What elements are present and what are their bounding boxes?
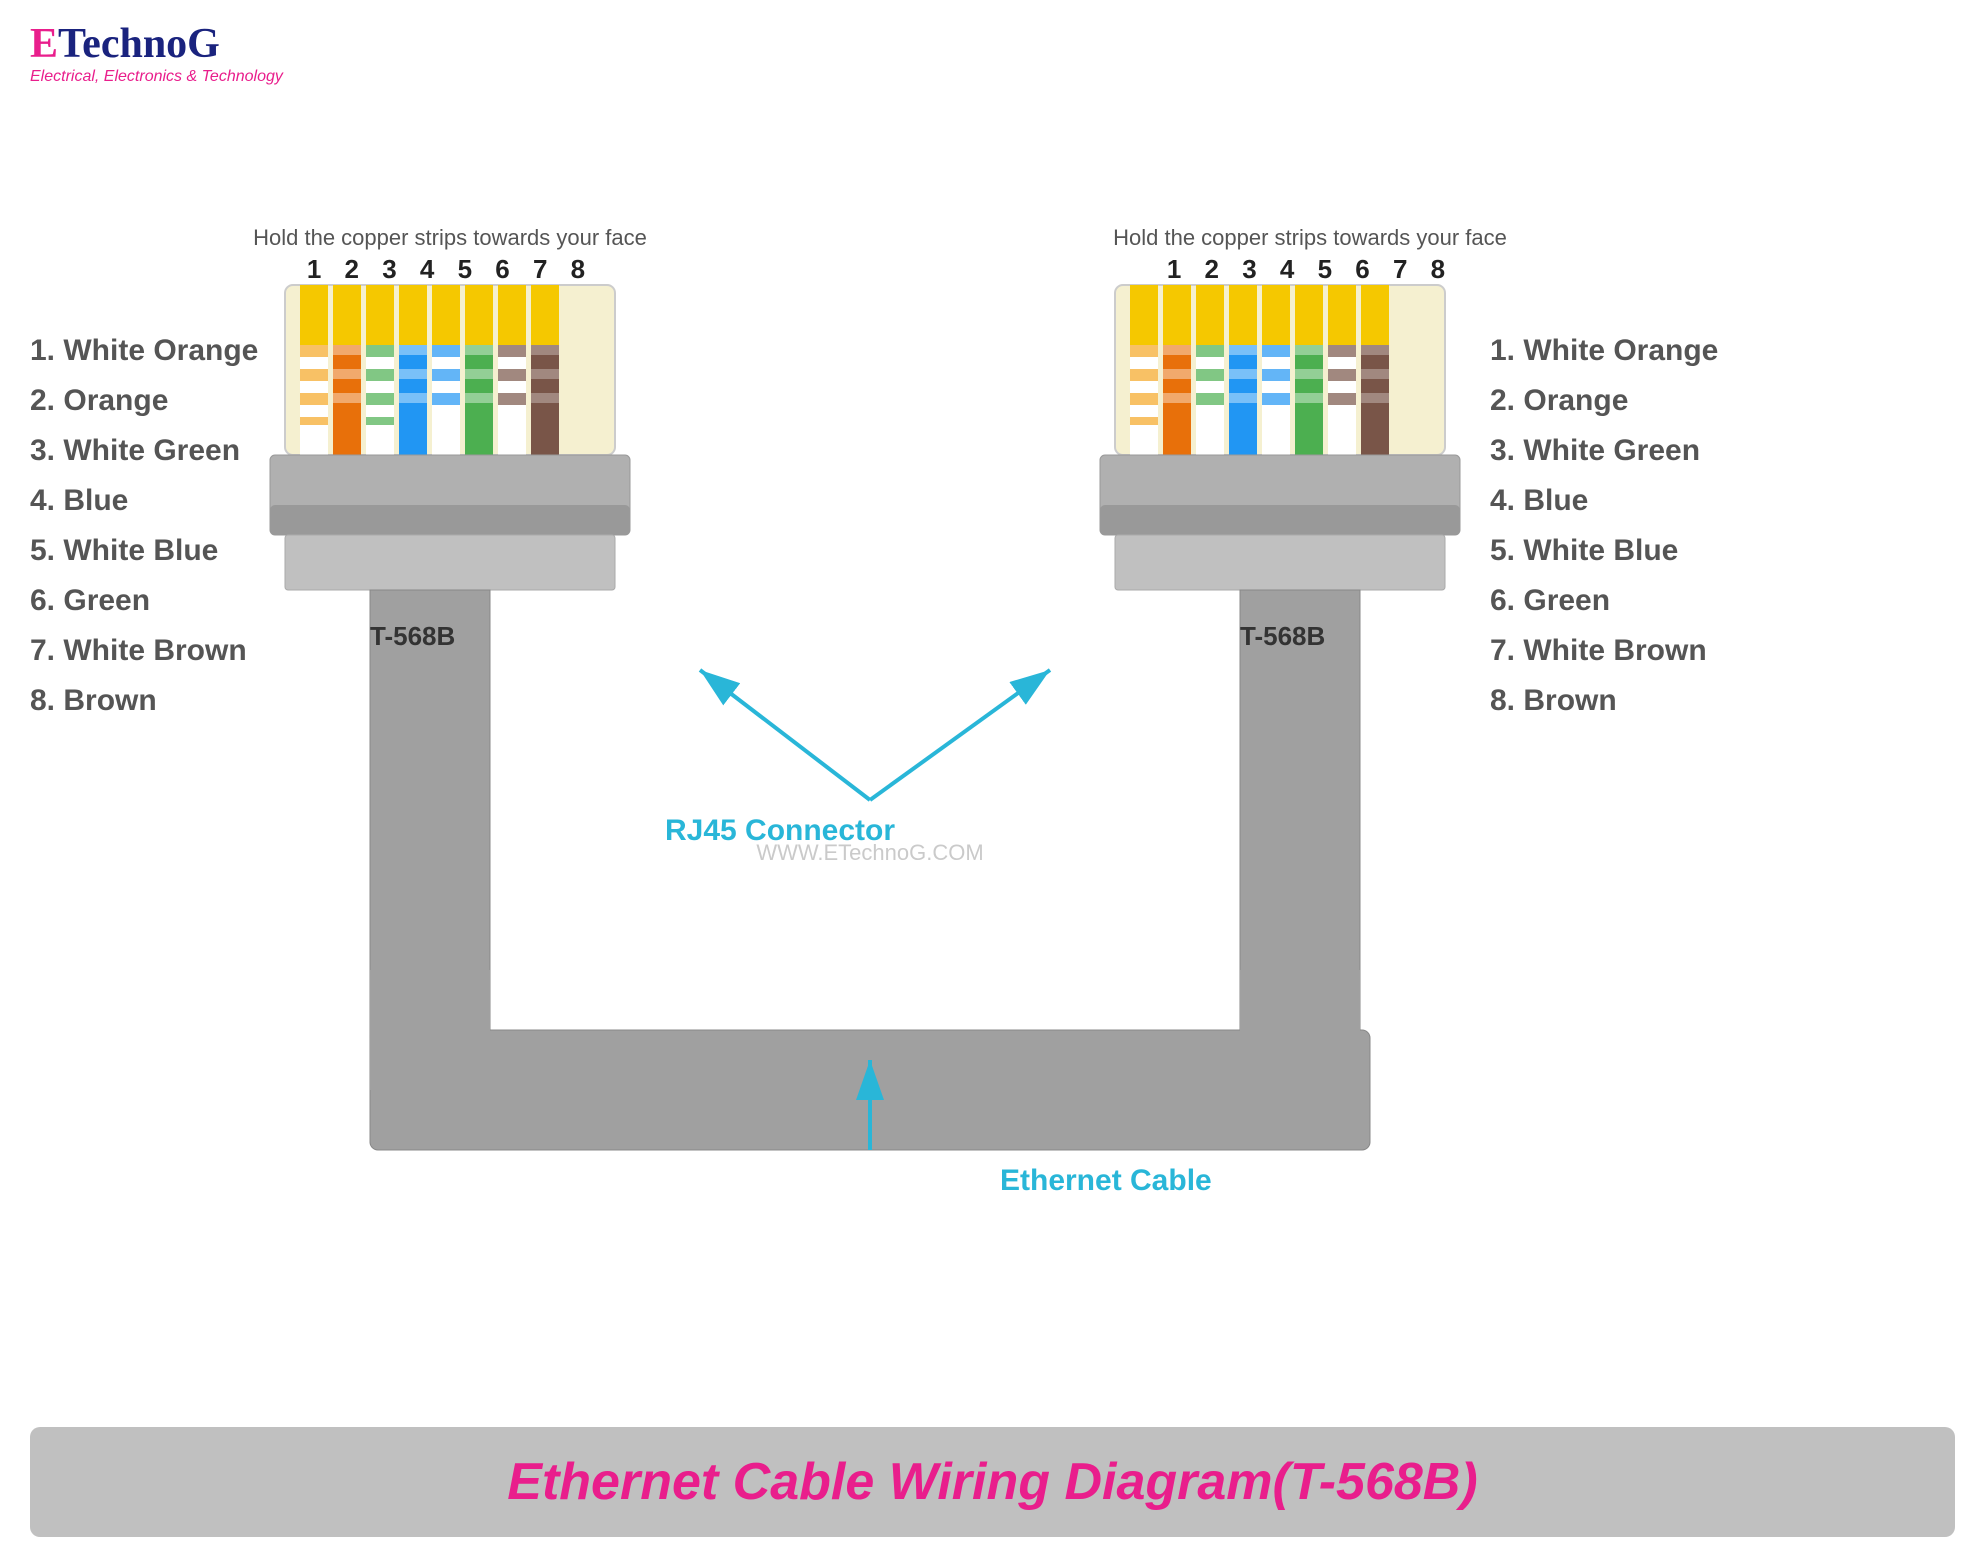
right-label-2: 2. Orange — [1490, 384, 1628, 417]
left-label-2: 2. Orange — [30, 384, 168, 417]
main-diagram: Hold the copper strips towards your face… — [0, 100, 1985, 1520]
left-pin-numbers: 1 2 3 4 5 6 7 8 — [307, 254, 593, 284]
left-label-4: 4. Blue — [30, 484, 128, 517]
watermark: WWW.ETechnoG.COM — [756, 840, 983, 865]
left-label-5: 5. White Blue — [30, 534, 218, 567]
left-label-7: 7. White Brown — [30, 634, 247, 667]
ethernet-label: Ethernet Cable — [1000, 1164, 1212, 1197]
logo-technog: TechnoG — [58, 20, 220, 68]
right-label-8: 8. Brown — [1490, 684, 1617, 717]
left-label-6: 6. Green — [30, 584, 150, 617]
right-label-6: 6. Green — [1490, 584, 1610, 617]
right-label-3: 3. White Green — [1490, 434, 1700, 467]
right-label-1: 1. White Orange — [1490, 334, 1718, 367]
left-label-3: 3. White Green — [30, 434, 240, 467]
left-label-1: 1. White Orange — [30, 334, 258, 367]
left-label-8: 8. Brown — [30, 684, 157, 717]
bottom-banner: Ethernet Cable Wiring Diagram(T-568B) — [30, 1427, 1955, 1537]
logo-e: E — [30, 20, 58, 68]
logo-tagline: Electrical, Electronics & Technology — [30, 68, 283, 86]
right-label-4: 4. Blue — [1490, 484, 1588, 517]
right-label-5: 5. White Blue — [1490, 534, 1678, 567]
logo: E TechnoG Electrical, Electronics & Tech… — [30, 20, 283, 86]
left-connector-label: T-568B — [370, 621, 455, 651]
right-pin-numbers: 1 2 3 4 5 6 7 8 — [1167, 254, 1453, 284]
right-instruction: Hold the copper strips towards your face — [1113, 225, 1507, 250]
diagram-title: Ethernet Cable Wiring Diagram(T-568B) — [507, 1452, 1477, 1512]
right-connector-label: T-568B — [1240, 621, 1325, 651]
left-instruction: Hold the copper strips towards your face — [253, 225, 647, 250]
right-label-7: 7. White Brown — [1490, 634, 1707, 667]
